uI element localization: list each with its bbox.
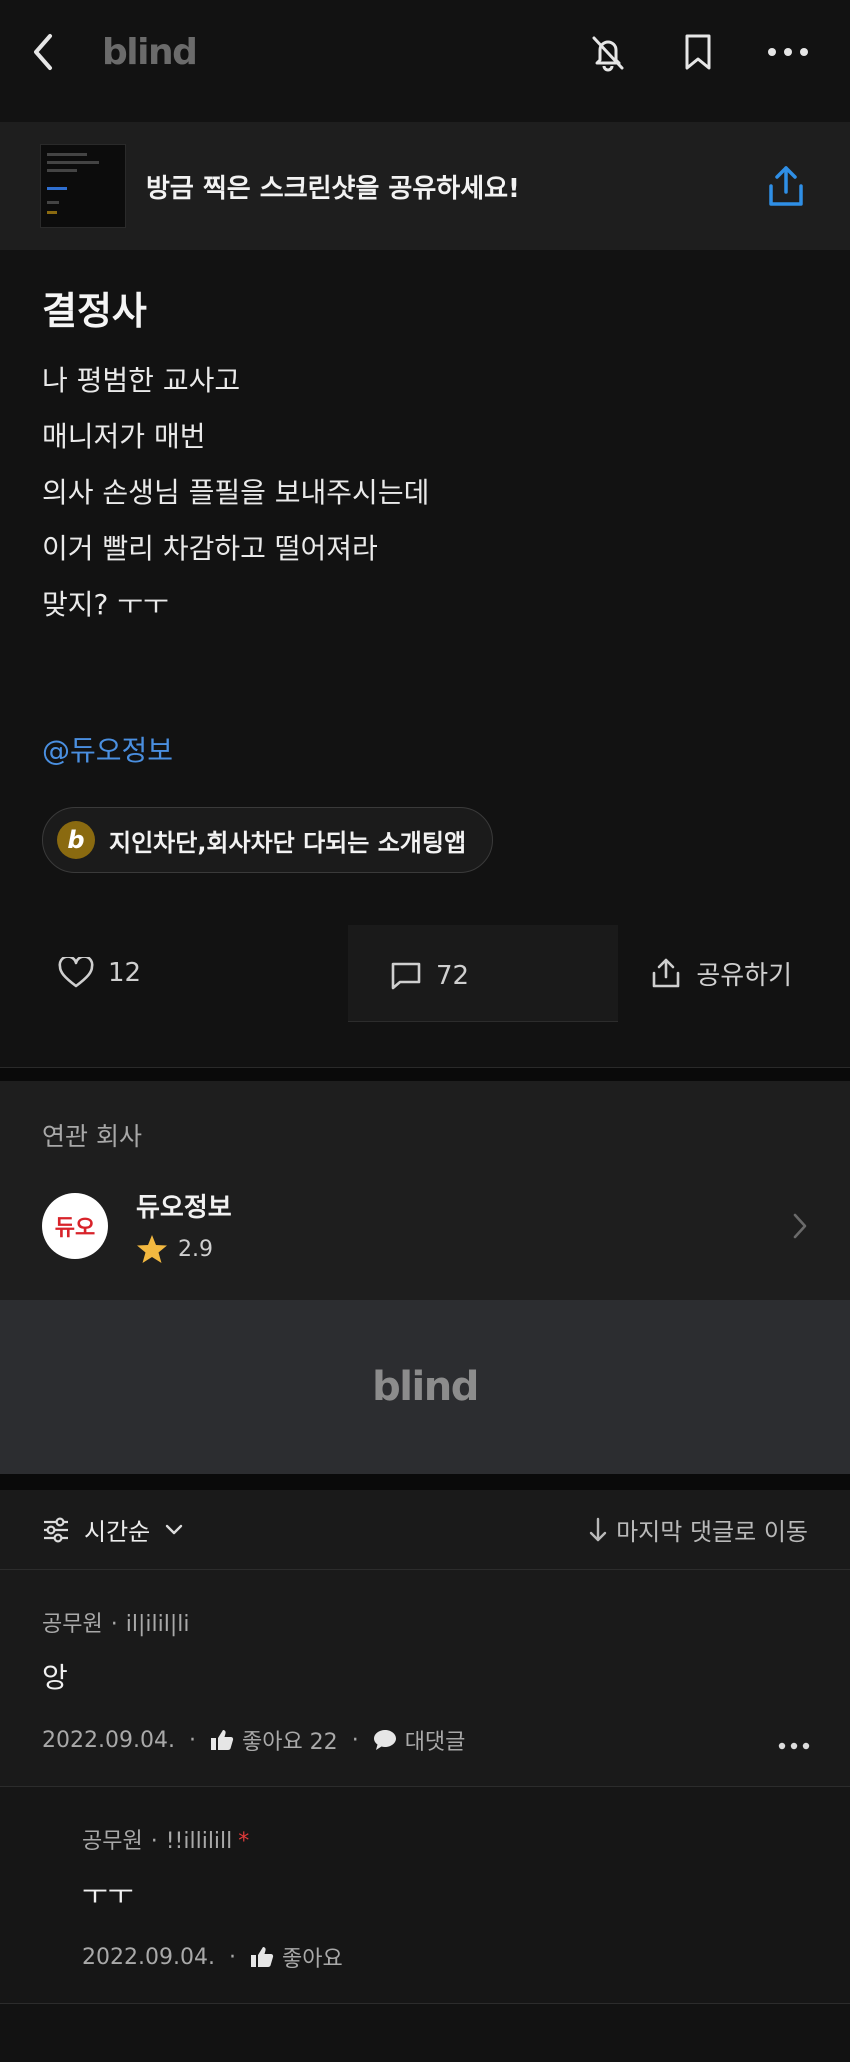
related-company-row[interactable]: 듀오 듀오정보 2.9 xyxy=(42,1187,808,1264)
company-name: 듀오정보 xyxy=(136,1193,232,1223)
reply-item: 공무원 · !!illilill * ㅜㅜ 2022.09.04. · 좋아요 xyxy=(0,1787,850,2004)
sort-dropdown[interactable]: 시간순 xyxy=(42,1512,184,1547)
reply-meta: 2022.09.04. · 좋아요 xyxy=(82,1941,808,1973)
jump-to-last-comment-button[interactable]: 마지막 댓글로 이동 xyxy=(588,1512,808,1547)
more-horizontal-icon xyxy=(768,48,808,56)
reply-author-company: 공무원 xyxy=(82,1829,143,1854)
company-logo: 듀오 xyxy=(42,1192,108,1259)
filter-sliders-icon xyxy=(44,1516,68,1543)
comment-item: 공무원 · il|ilil|li 앙 2022.09.04. · 좋아요 22 · … xyxy=(0,1570,850,1787)
company-rating-value: 2.9 xyxy=(178,1236,213,1262)
reply-author: 공무원 · !!illilill * xyxy=(82,1829,250,1854)
comment-count: 72 xyxy=(436,960,470,991)
heart-icon xyxy=(58,957,94,988)
chevron-down-icon xyxy=(166,1524,183,1534)
reply-like-button[interactable]: 좋아요 xyxy=(250,1941,343,1973)
bookmark-icon xyxy=(685,34,711,70)
company-mention-link[interactable]: @듀오정보 xyxy=(42,729,808,769)
banner-text: 방금 찍은 스크린샷을 공유하세요! xyxy=(146,173,520,204)
post-line: 이거 빨리 차감하고 떨어져라 xyxy=(42,532,378,565)
dating-app-logo-icon: b xyxy=(57,821,95,859)
comment-like-label: 좋아요 22 xyxy=(241,1730,338,1755)
comment-like-button[interactable]: 좋아요 22 xyxy=(210,1724,338,1756)
company-rating: 2.9 xyxy=(136,1234,232,1264)
like-count: 12 xyxy=(108,958,142,988)
comment-more-icon[interactable] xyxy=(778,1742,810,1750)
author-badge: * xyxy=(238,1829,250,1854)
share-upload-icon xyxy=(769,166,803,206)
bookmark-button[interactable] xyxy=(676,30,720,74)
post-actions: 12 72 공유하기 xyxy=(0,924,850,1022)
comment-text: 앙 xyxy=(42,1661,68,1694)
share-button[interactable]: 공유하기 xyxy=(650,955,792,992)
back-button[interactable] xyxy=(30,22,90,82)
comment-button[interactable]: 72 xyxy=(348,924,618,1022)
comment-meta: 2022.09.04. · 좋아요 22 · 대댓글 xyxy=(42,1724,808,1756)
reply-button[interactable]: 대댓글 xyxy=(373,1724,466,1756)
share-icon xyxy=(653,958,680,988)
comment-author-company: 공무원 xyxy=(42,1612,103,1637)
more-options-button[interactable] xyxy=(766,30,810,74)
bell-off-icon xyxy=(592,36,624,72)
reply-author-nickname: !!illilill xyxy=(165,1829,233,1854)
post-body: 나 평범한 교사고 매니저가 매번 의사 손생님 플필을 보내주시는데 이거 빨… xyxy=(42,353,808,633)
company-logo-text: 듀오 xyxy=(54,1215,96,1241)
screenshot-share-banner[interactable]: 방금 찍은 스크린샷을 공유하세요! xyxy=(0,122,850,250)
ad-banner[interactable]: blind xyxy=(0,1300,850,1474)
post-line: 나 평범한 교사고 xyxy=(42,364,241,397)
related-company-section: 연관 회사 듀오 듀오정보 2.9 xyxy=(0,1081,850,1300)
reply-date: 2022.09.04. xyxy=(82,1944,215,1970)
reply-label: 대댓글 xyxy=(404,1730,466,1755)
comment-author: 공무원 · il|ilil|li xyxy=(42,1612,190,1637)
speech-bubble-icon xyxy=(373,1730,396,1750)
related-company-title: 연관 회사 xyxy=(42,1122,142,1151)
section-divider xyxy=(0,1067,850,1081)
comment-sort-bar: 시간순 마지막 댓글로 이동 xyxy=(0,1490,850,1570)
notification-off-button[interactable] xyxy=(586,30,630,74)
star-icon xyxy=(137,1235,167,1263)
ad-chip-text: 지인차단,회사차단 다되는 소개팅앱 xyxy=(109,828,467,857)
post: 결정사 나 평범한 교사고 매니저가 매번 의사 손생님 플필을 보내주시는데 … xyxy=(0,280,850,873)
thumbs-up-icon xyxy=(210,1730,234,1750)
blind-logo: blind xyxy=(102,31,198,73)
post-title: 결정사 xyxy=(42,289,147,333)
post-line: 매니저가 매번 xyxy=(42,420,206,453)
comment-author-nickname: il|ilil|li xyxy=(125,1612,190,1637)
chevron-right-icon xyxy=(793,1213,807,1238)
ad-chip[interactable]: b 지인차단,회사차단 다되는 소개팅앱 xyxy=(42,807,494,873)
arrow-down-icon xyxy=(589,1517,607,1541)
banner-share-button[interactable] xyxy=(762,162,810,210)
post-line: 맞지? ㅜㅜ xyxy=(42,588,169,621)
top-bar-actions xyxy=(586,30,820,74)
share-label: 공유하기 xyxy=(696,960,792,991)
top-bar: blind xyxy=(0,0,850,104)
company-info: 듀오정보 2.9 xyxy=(136,1187,232,1264)
section-gap xyxy=(0,1474,850,1490)
reply-like-label: 좋아요 xyxy=(281,1947,343,1972)
chevron-left-icon xyxy=(34,34,52,70)
post-line: 의사 손생님 플필을 보내주시는데 xyxy=(42,476,430,509)
screenshot-thumbnail xyxy=(40,144,126,228)
app-screen: blind 방금 찍은 스크린샷을 공유하세요! 결정사 나 평범한 교사고 매… xyxy=(0,0,850,2062)
sort-label: 시간순 xyxy=(84,1518,151,1546)
jump-label: 마지막 댓글로 이동 xyxy=(616,1518,808,1546)
thumbs-up-icon xyxy=(250,1947,274,1967)
comment-icon xyxy=(391,962,421,989)
reply-text: ㅜㅜ xyxy=(82,1878,134,1911)
like-button[interactable]: 12 xyxy=(58,957,348,989)
comment-date: 2022.09.04. xyxy=(42,1727,175,1753)
ad-banner-logo: blind xyxy=(372,1364,479,1410)
